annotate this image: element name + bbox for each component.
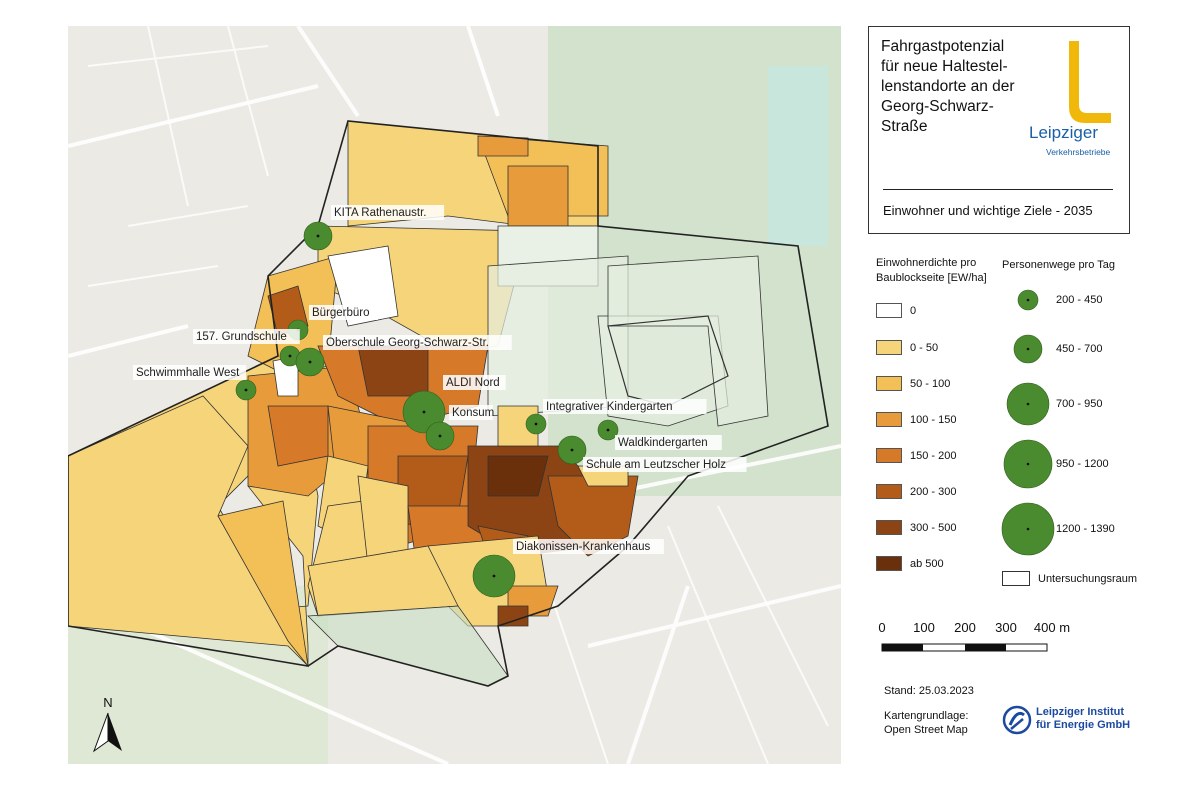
north-arrow: N [92, 695, 122, 753]
trips-legend-dot-4 [1026, 527, 1030, 531]
density-swatch-3 [876, 412, 902, 427]
trips-label-4: 1200 - 1390 [1056, 523, 1115, 535]
poi-label: Waldkindergarten [618, 437, 708, 449]
poi-label: Oberschule Georg-Schwarz-Str. [326, 337, 489, 349]
lie-logo-icon [1002, 705, 1032, 735]
density-label-3: 100 - 150 [910, 414, 957, 426]
trips-label-1: 450 - 700 [1056, 343, 1103, 355]
poi-label: Schwimmhalle West [136, 367, 240, 379]
trips-label-0: 200 - 450 [1056, 294, 1103, 306]
block-center-dark [357, 345, 429, 397]
trips-label-2: 700 - 950 [1056, 398, 1103, 410]
block-center-west2 [267, 405, 329, 467]
poi-label: Bürgerbüro [312, 307, 370, 319]
basemap-credit-2: Open Street Map [884, 724, 968, 736]
poi-label: Konsum [452, 407, 494, 419]
block-hospital-dark [497, 605, 529, 627]
trips-legend-circles [1001, 289, 1055, 556]
poi-dot [492, 574, 496, 578]
poi-label: 157. Grundschule [196, 331, 287, 343]
trips-label-3: 950 - 1200 [1056, 458, 1109, 470]
study-area-label: Untersuchungsraum [1038, 573, 1138, 585]
basemap-credit-1: Kartengrundlage: [884, 710, 969, 722]
density-label-6: 300 - 500 [910, 522, 957, 534]
poi-dot [438, 434, 442, 438]
trips-legend-heading: Personenwege pro Tag [1002, 259, 1115, 271]
block-north-orange2 [507, 165, 569, 227]
trips-legend-dot-0 [1026, 298, 1030, 302]
svg-text:400 m: 400 m [1034, 620, 1070, 635]
density-swatch-6 [876, 520, 902, 535]
density-swatch-5 [876, 484, 902, 499]
poi-label: Integrativer Kindergarten [546, 401, 673, 413]
study-area-swatch [1002, 571, 1030, 586]
poi-dot [606, 428, 610, 432]
svg-text:300: 300 [995, 620, 1017, 635]
trips-legend-dot-2 [1026, 402, 1030, 406]
density-legend-heading: Einwohnerdichte pro Baublockseite [EW/ha… [876, 257, 987, 284]
poi-dot [570, 448, 574, 452]
map[interactable]: KITA Rathenaustr. Bürgerbüro 157. Grundsch… [68, 26, 841, 764]
density-label-1: 0 - 50 [910, 342, 939, 354]
institute-name-1: Leipziger Institut [1036, 706, 1124, 718]
svg-text:0: 0 [878, 620, 885, 635]
poi-dot [534, 422, 538, 426]
trips-legend-dot-3 [1026, 462, 1030, 466]
density-swatch-0 [876, 303, 902, 318]
poi-label: KITA Rathenaustr. [334, 207, 426, 219]
density-label-7: ab 500 [910, 558, 944, 570]
poi-dot [288, 354, 292, 358]
institute-name-2: für Energie GmbH [1036, 719, 1131, 731]
date-label: Stand: 25.03.2023 [884, 685, 974, 697]
map-title: Fahrgastpotenzial für neue Haltestel- le… [881, 38, 1015, 135]
density-label-0: 0 [910, 305, 917, 317]
map-subtitle: Einwohner und wichtige Ziele - 2035 [883, 203, 1093, 218]
svg-text:100: 100 [913, 620, 935, 635]
svg-text:200: 200 [954, 620, 976, 635]
density-swatch-2 [876, 376, 902, 391]
block-east-darker [487, 455, 549, 497]
logo-name: Leipziger [1029, 123, 1098, 142]
poi-label: Diakonissen-Krankenhaus [516, 541, 650, 553]
density-label-5: 200 - 300 [910, 486, 957, 498]
logo-subtitle: Verkehrsbetriebe [1046, 147, 1111, 157]
poi-dot [422, 410, 426, 414]
trips-legend-dot-1 [1026, 347, 1030, 351]
density-swatch-1 [876, 340, 902, 355]
density-label-2: 50 - 100 [910, 378, 951, 390]
title-panel: Fahrgastpotenzial für neue Haltestel- le… [868, 26, 1130, 234]
basemap-field [768, 66, 828, 246]
density-label-4: 150 - 200 [910, 450, 957, 462]
poi-label: ALDI Nord [446, 377, 500, 389]
density-swatch-7 [876, 556, 902, 571]
poi-dot [316, 234, 320, 238]
scale-bar: 0 100 200 300 400 m [878, 620, 1070, 652]
density-swatch-4 [876, 448, 902, 463]
poi-dot [308, 360, 312, 364]
poi-dot [244, 388, 248, 392]
title-divider [883, 189, 1113, 190]
poi-label: Schule am Leutzscher Holz [586, 459, 726, 471]
north-label: N [103, 695, 112, 710]
